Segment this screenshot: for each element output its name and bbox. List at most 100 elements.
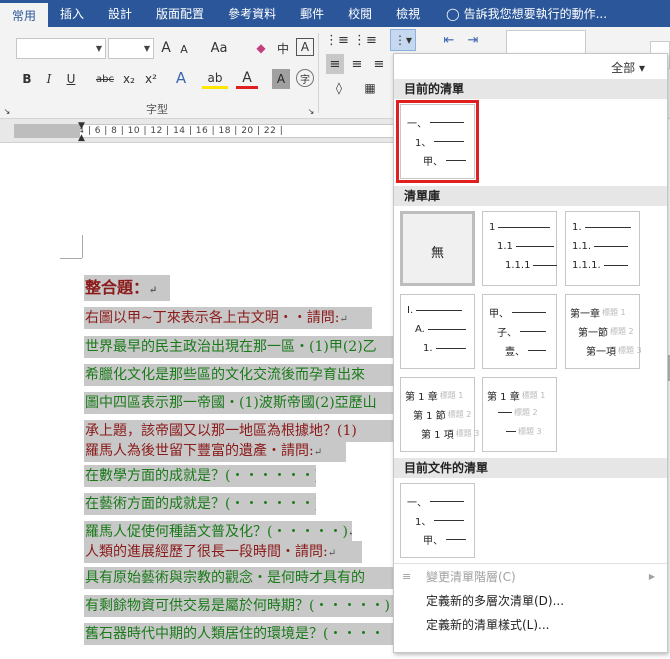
current-list-thumb[interactable]: 一、 1、 甲、 bbox=[396, 100, 479, 183]
list-level-1: 第一章 標題 1 bbox=[570, 308, 626, 320]
define-list-style-item[interactable]: 定義新的清單樣式(L)... bbox=[394, 613, 667, 637]
list-level-2: 標題 2 bbox=[495, 407, 538, 418]
list-level-2: 1、 bbox=[415, 513, 465, 528]
chevron-right-icon: ▶ bbox=[648, 572, 655, 581]
library-thumb-chapter[interactable]: 第一章 標題 1 第一節 標題 2 第一項 標題 3 bbox=[565, 294, 642, 369]
doc-line[interactable]: 有剩餘物資可供交易是屬於何時期？(‧‧‧‧‧) bbox=[84, 595, 400, 617]
list-level-2: 1.1 bbox=[497, 241, 554, 252]
doc-line[interactable]: 羅馬人為後世留下豐富的遺產‧請問:↵ bbox=[84, 440, 346, 462]
doc-line[interactable]: 在藝術方面的成就是？(‧‧‧‧‧‧)↵ bbox=[84, 493, 316, 515]
align-right-icon[interactable]: ≡ bbox=[370, 54, 388, 74]
increase-indent-icon[interactable]: ⇥ bbox=[462, 30, 484, 50]
italic-button[interactable]: I bbox=[40, 69, 58, 89]
char-border-button[interactable]: A bbox=[296, 38, 314, 56]
shrink-font-button[interactable]: A bbox=[176, 39, 192, 59]
list-level-1: 1. bbox=[572, 222, 631, 233]
chevron-down-icon: ▼ bbox=[95, 44, 102, 53]
list-level-1: 甲、 bbox=[489, 305, 546, 320]
doc-line[interactable]: 希臘化文化是那些區的文化交流後而孕育出來 bbox=[84, 364, 400, 386]
list-level-1: I. bbox=[407, 305, 463, 316]
list-level-2: 1、 bbox=[415, 134, 465, 149]
library-none-thumb[interactable]: 無 bbox=[400, 211, 475, 286]
numbering-icon[interactable]: ⋮≡ bbox=[353, 30, 377, 50]
none-label: 無 bbox=[430, 246, 444, 261]
doc-title[interactable]: 整合題：↵ bbox=[84, 275, 170, 301]
library-thumb-roman[interactable]: I. A. 1. bbox=[400, 294, 475, 369]
font-name-combo[interactable]: ▼ bbox=[16, 38, 106, 59]
borders-icon[interactable]: ▦ bbox=[360, 78, 380, 98]
library-thumb-chapter-num[interactable]: 第 1 章標題 1 第 1 節標題 2 第 1 項標題 3 bbox=[400, 377, 479, 452]
chevron-down-icon: ▼ bbox=[143, 44, 150, 53]
document-page[interactable]: 整合題：↵ 右圖以甲~丁來表示各上古文明‧‧請問:↵ 世界最早的民主政治出現在那… bbox=[0, 143, 400, 659]
bullets-icon[interactable]: ⋮≡ bbox=[325, 30, 349, 50]
library-thumb-decimal-dot[interactable]: 1. 1.1. 1.1.1. bbox=[565, 211, 640, 286]
doc-line[interactable]: 人類的進展經歷了很長一段時間‧請問:↵ bbox=[84, 541, 362, 563]
bold-button[interactable]: B bbox=[18, 69, 36, 89]
list-level-3: 1.1.1 bbox=[505, 260, 558, 271]
tab-home[interactable]: 常用 bbox=[0, 3, 49, 27]
library-thumb-chinese[interactable]: 甲、 子、 壹、 bbox=[482, 294, 557, 369]
font-color-icon[interactable]: A bbox=[236, 69, 258, 89]
enclose-char-icon[interactable]: 字 bbox=[296, 69, 314, 87]
phonetic-guide-button[interactable]: 中 bbox=[274, 38, 292, 58]
font-size-combo[interactable]: ▼ bbox=[108, 38, 154, 59]
list-level-1: 1 bbox=[489, 222, 551, 233]
list-level-2: A. bbox=[415, 324, 466, 335]
highlight-icon[interactable]: ab bbox=[202, 69, 228, 89]
panel-top-bar: 全部 ▾ bbox=[394, 54, 667, 78]
tab-view[interactable]: 檢視 bbox=[384, 0, 432, 27]
change-case-button[interactable]: Aa bbox=[207, 38, 231, 58]
font-launcher-icon[interactable]: ↘ bbox=[306, 101, 316, 121]
change-list-level-item[interactable]: ≡ 變更清單階層(C) ▶ bbox=[394, 565, 667, 589]
doc-line[interactable]: 在數學方面的成就是？(‧‧‧‧‧‧)↵ bbox=[84, 465, 316, 487]
tab-mailings[interactable]: 郵件 bbox=[288, 0, 336, 27]
char-shade-button[interactable]: A bbox=[272, 69, 290, 89]
subscript-button[interactable]: x₂ bbox=[120, 69, 138, 89]
tab-design[interactable]: 設計 bbox=[96, 0, 144, 27]
list-level-3: 第 1 項標題 3 bbox=[421, 429, 480, 441]
align-center-icon[interactable]: ≡ bbox=[348, 54, 366, 74]
filter-dropdown[interactable]: 全部 ▾ bbox=[611, 59, 645, 76]
underline-button[interactable]: U bbox=[62, 69, 80, 89]
ribbon-tab-bar: 常用 插入 設計 版面配置 參考資料 郵件 校閱 檢視 ◯ 告訴我您想要執行的動… bbox=[0, 0, 670, 27]
hanging-indent-icon[interactable]: ▲ bbox=[78, 133, 85, 143]
superscript-button[interactable]: x² bbox=[142, 69, 160, 89]
tab-review[interactable]: 校閱 bbox=[336, 0, 384, 27]
doc-line[interactable]: 羅馬人促使何種語文普及化？(‧‧‧‧‧)↵ bbox=[84, 521, 352, 543]
tab-insert[interactable]: 插入 bbox=[48, 0, 96, 27]
shading-icon[interactable]: ◊ bbox=[326, 78, 352, 98]
indent-marker-icon[interactable]: ▼ bbox=[78, 121, 85, 131]
list-level-1: 一、 bbox=[407, 494, 464, 509]
font-group-label: 字型 bbox=[146, 103, 168, 116]
list-level-3: 甲、 bbox=[423, 153, 466, 168]
decrease-indent-icon[interactable]: ⇤ bbox=[438, 30, 460, 50]
doc-line[interactable]: 圖中四區表示那一帝國‧(1)波斯帝國(2)亞歷山 bbox=[84, 392, 400, 414]
library-thumb-decimal[interactable]: 1 1.1 1.1.1 bbox=[482, 211, 558, 286]
clipboard-launcher-icon[interactable]: ↘ bbox=[2, 101, 12, 121]
list-level-2: 子、 bbox=[497, 324, 546, 339]
document-list-thumb[interactable]: 一、 1、 甲、 bbox=[400, 483, 475, 558]
list-level-2: 1.1. bbox=[572, 241, 629, 252]
tab-references[interactable]: 參考資料 bbox=[216, 0, 288, 27]
list-level-3: 第一項 標題 3 bbox=[586, 346, 642, 358]
tell-me-box[interactable]: ◯ 告訴我您想要執行的動作... bbox=[432, 0, 607, 27]
doc-line[interactable]: 舊石器時代中期的人類居住的環境是？(‧‧‧‧ bbox=[84, 623, 400, 645]
doc-line[interactable]: 承上題，該帝國又以那一地區為根據地？(1) bbox=[84, 420, 400, 442]
multilevel-list-button[interactable]: ⋮▾ bbox=[390, 29, 416, 51]
tab-layout[interactable]: 版面配置 bbox=[144, 0, 216, 27]
define-multilevel-list-item[interactable]: 定義新的多層次清單(D)... bbox=[394, 589, 667, 613]
doc-line[interactable]: 具有原始藝術與宗教的觀念‧是何時才具有的 bbox=[84, 567, 400, 589]
text-effects-icon[interactable]: A bbox=[170, 68, 192, 88]
library-thumb-chapter-heading[interactable]: 第 1 章標題 1 標題 2 標題 3 bbox=[482, 377, 557, 452]
doc-line[interactable]: 右圖以甲~丁來表示各上古文明‧‧請問:↵ bbox=[84, 307, 372, 329]
current-list-header: 目前的清單 bbox=[394, 79, 667, 99]
doc-line[interactable]: 世界最早的民主政治出現在那一區‧(1)甲(2)乙 bbox=[84, 336, 400, 358]
list-level-1: 一、 bbox=[407, 115, 464, 130]
group-separator bbox=[318, 33, 319, 113]
grow-font-button[interactable]: A bbox=[158, 38, 174, 58]
clear-format-icon[interactable]: ◆ bbox=[252, 38, 270, 58]
menu-divider bbox=[394, 563, 667, 564]
ruler-margin-area bbox=[14, 124, 80, 138]
strikethrough-button[interactable]: abc bbox=[92, 69, 118, 89]
align-left-icon[interactable]: ≡ bbox=[326, 54, 344, 74]
